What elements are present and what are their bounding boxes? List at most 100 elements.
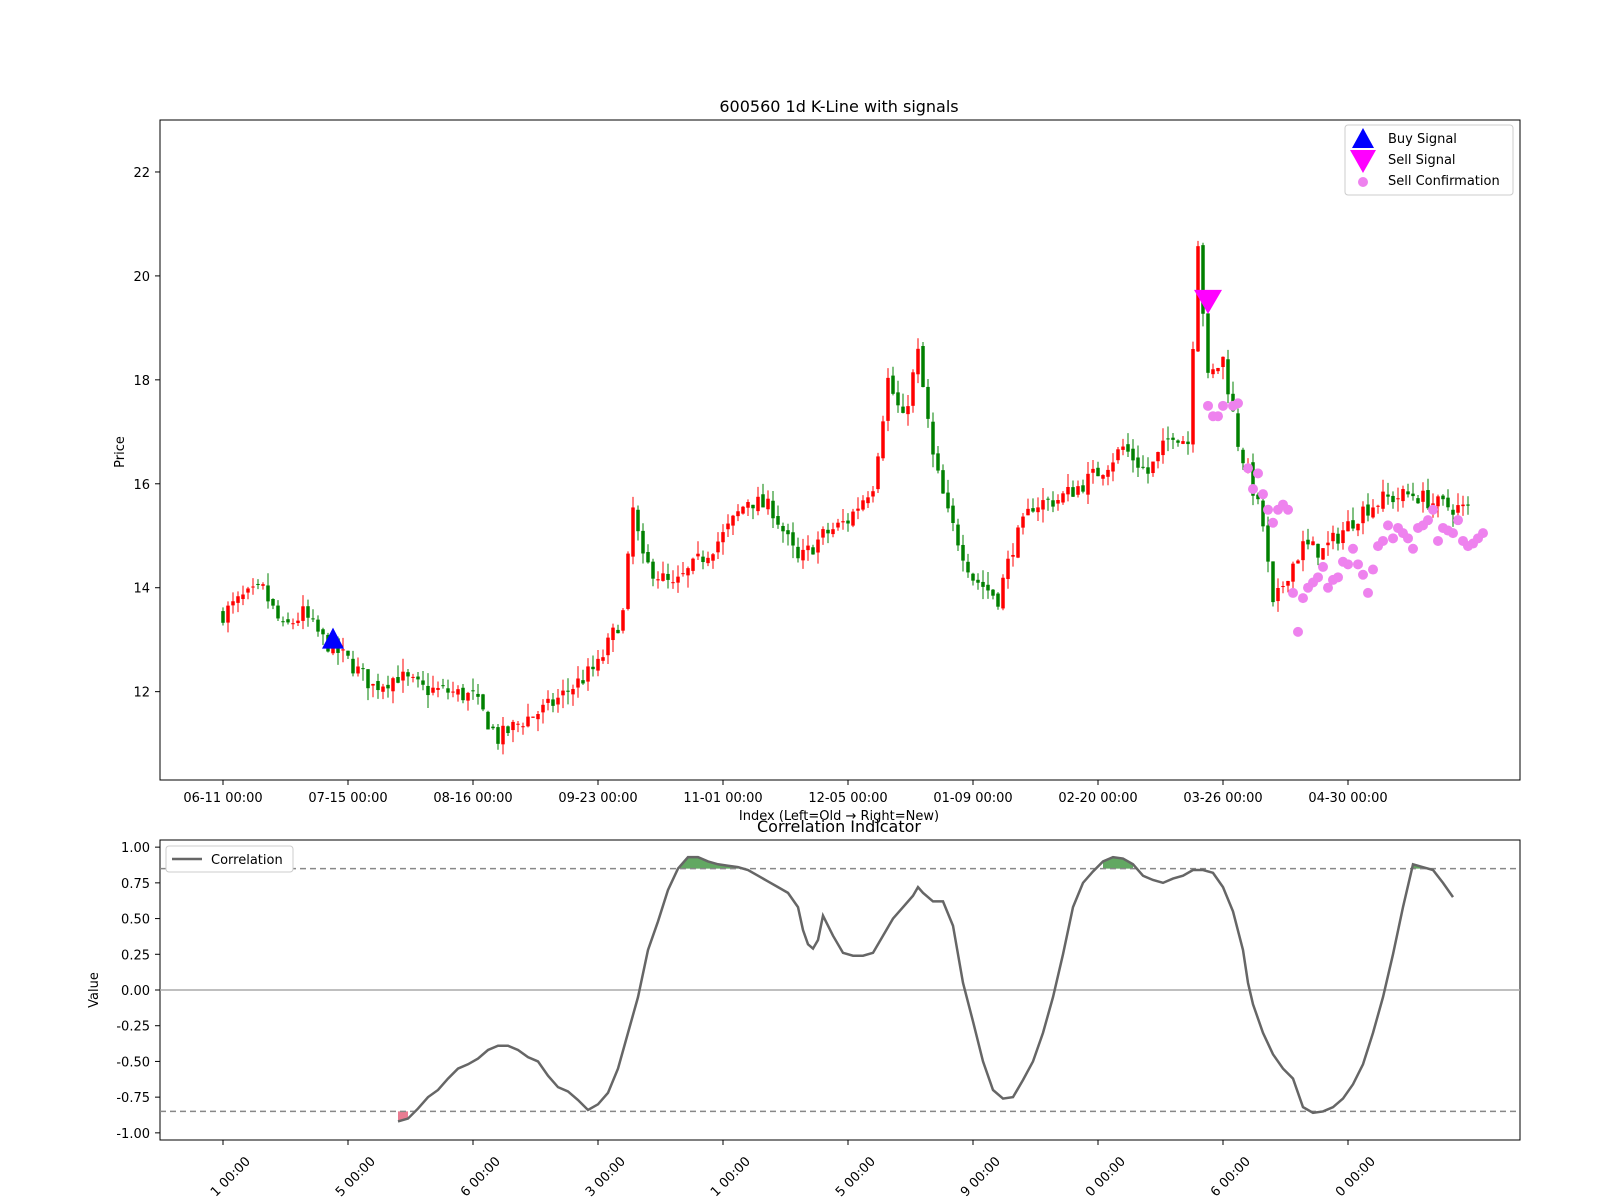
candle-body — [1171, 437, 1175, 440]
candle-body — [1261, 500, 1265, 527]
kline-y-tick-label: 16 — [133, 478, 150, 493]
candle-body — [1406, 491, 1410, 495]
candle-body — [486, 711, 490, 730]
candle-body — [761, 494, 765, 508]
candle-body — [696, 553, 700, 557]
sell-confirmation-point — [1298, 593, 1308, 604]
candle-body — [1076, 486, 1080, 495]
candle-body — [1186, 441, 1190, 445]
candle-body — [221, 611, 225, 623]
candle-body — [936, 453, 940, 471]
candle-body — [1316, 543, 1320, 558]
candle-body — [531, 716, 535, 718]
candle-body — [491, 726, 495, 729]
candle-body — [911, 372, 915, 406]
candle-body — [386, 684, 390, 689]
sell-confirmation-point — [1253, 468, 1263, 479]
candle-body — [286, 619, 290, 623]
candle-body — [671, 582, 675, 584]
sell-confirmation-point — [1248, 483, 1258, 494]
candle-body — [296, 620, 300, 624]
candle-body — [1381, 491, 1385, 509]
candle-body — [1061, 493, 1065, 503]
correlation-y-tick-label: 0.00 — [121, 984, 150, 999]
candle-body — [1351, 520, 1355, 529]
candle-body — [341, 649, 345, 651]
legend-buy-label: Buy Signal — [1388, 132, 1457, 147]
candle-body — [1296, 560, 1300, 564]
candle-body — [1311, 541, 1315, 546]
kline-x-tick-label: 08-16 00:00 — [433, 791, 512, 806]
candle-body — [466, 692, 470, 701]
sell-confirmation-point — [1388, 533, 1398, 544]
candle-body — [1306, 539, 1310, 545]
candle-body — [361, 668, 365, 670]
candle-body — [241, 594, 245, 600]
candle-body — [346, 650, 350, 656]
candle-body — [1301, 541, 1305, 561]
candle-body — [401, 671, 405, 681]
sell-confirmation-markers — [1203, 398, 1488, 637]
candle-body — [941, 470, 945, 494]
candle-body — [626, 553, 630, 609]
candle-body — [811, 547, 815, 555]
correlation-x-tick-label: 0 00:00 — [1083, 1154, 1129, 1200]
candle-body — [371, 683, 375, 686]
candle-body — [1411, 493, 1415, 497]
sell-confirmation-point — [1258, 489, 1268, 500]
candle-body — [496, 727, 500, 744]
sell-confirmation-point — [1233, 398, 1243, 409]
candle-body — [586, 666, 590, 682]
correlation-y-tick-label: 0.75 — [121, 877, 150, 892]
candle-body — [846, 520, 850, 524]
candle-body — [421, 680, 425, 685]
candle-body — [711, 554, 715, 561]
sell-confirmation-point — [1213, 411, 1223, 422]
candle-body — [1101, 475, 1105, 479]
candle-body — [1386, 494, 1390, 497]
candle-body — [1121, 446, 1125, 450]
candle-body — [601, 657, 605, 661]
candle-body — [1336, 533, 1340, 544]
candle-body — [1131, 448, 1135, 461]
candle-body — [1141, 466, 1145, 468]
sell-confirmation-point — [1313, 572, 1323, 583]
sell-confirmation-point — [1408, 543, 1418, 554]
candle-body — [1206, 313, 1210, 373]
candle-body — [956, 524, 960, 546]
candle-body — [1191, 349, 1195, 445]
candle-body — [1091, 468, 1095, 473]
candle-body — [921, 346, 925, 388]
candle-body — [766, 498, 770, 510]
sell-confirmation-point — [1288, 587, 1298, 598]
candle-body — [411, 676, 415, 678]
correlation-chart: Correlation Indicator -1.00 -0.75 -0.50 -0.… — [87, 817, 1521, 1200]
candle-body — [556, 697, 560, 705]
correlation-title: Correlation Indicator — [757, 817, 921, 836]
candle-body — [1056, 500, 1060, 504]
candle-body — [991, 589, 995, 596]
candle-body — [986, 584, 990, 591]
candle-body — [746, 502, 750, 508]
candle-body — [1436, 496, 1440, 507]
sell-confirmation-point — [1358, 569, 1368, 580]
candle-body — [666, 573, 670, 580]
candle-body — [826, 529, 830, 534]
candle-body — [1081, 485, 1085, 492]
candle-body — [1146, 467, 1150, 474]
candle-body — [1286, 580, 1290, 586]
sell-confirmation-point — [1448, 528, 1458, 539]
candle-body — [246, 588, 250, 593]
kline-y-tick-label: 12 — [133, 686, 150, 701]
candle-body — [441, 685, 445, 687]
candle-body — [906, 406, 910, 415]
candle-body — [1266, 525, 1270, 562]
candle-body — [256, 583, 260, 585]
candle-body — [891, 375, 895, 394]
candle-body — [871, 491, 875, 497]
candle-body — [551, 699, 555, 706]
candle-body — [971, 573, 975, 581]
candle-body — [1331, 532, 1335, 542]
kline-x-tick-label: 04-30 00:00 — [1308, 791, 1387, 806]
candle-body — [536, 714, 540, 720]
